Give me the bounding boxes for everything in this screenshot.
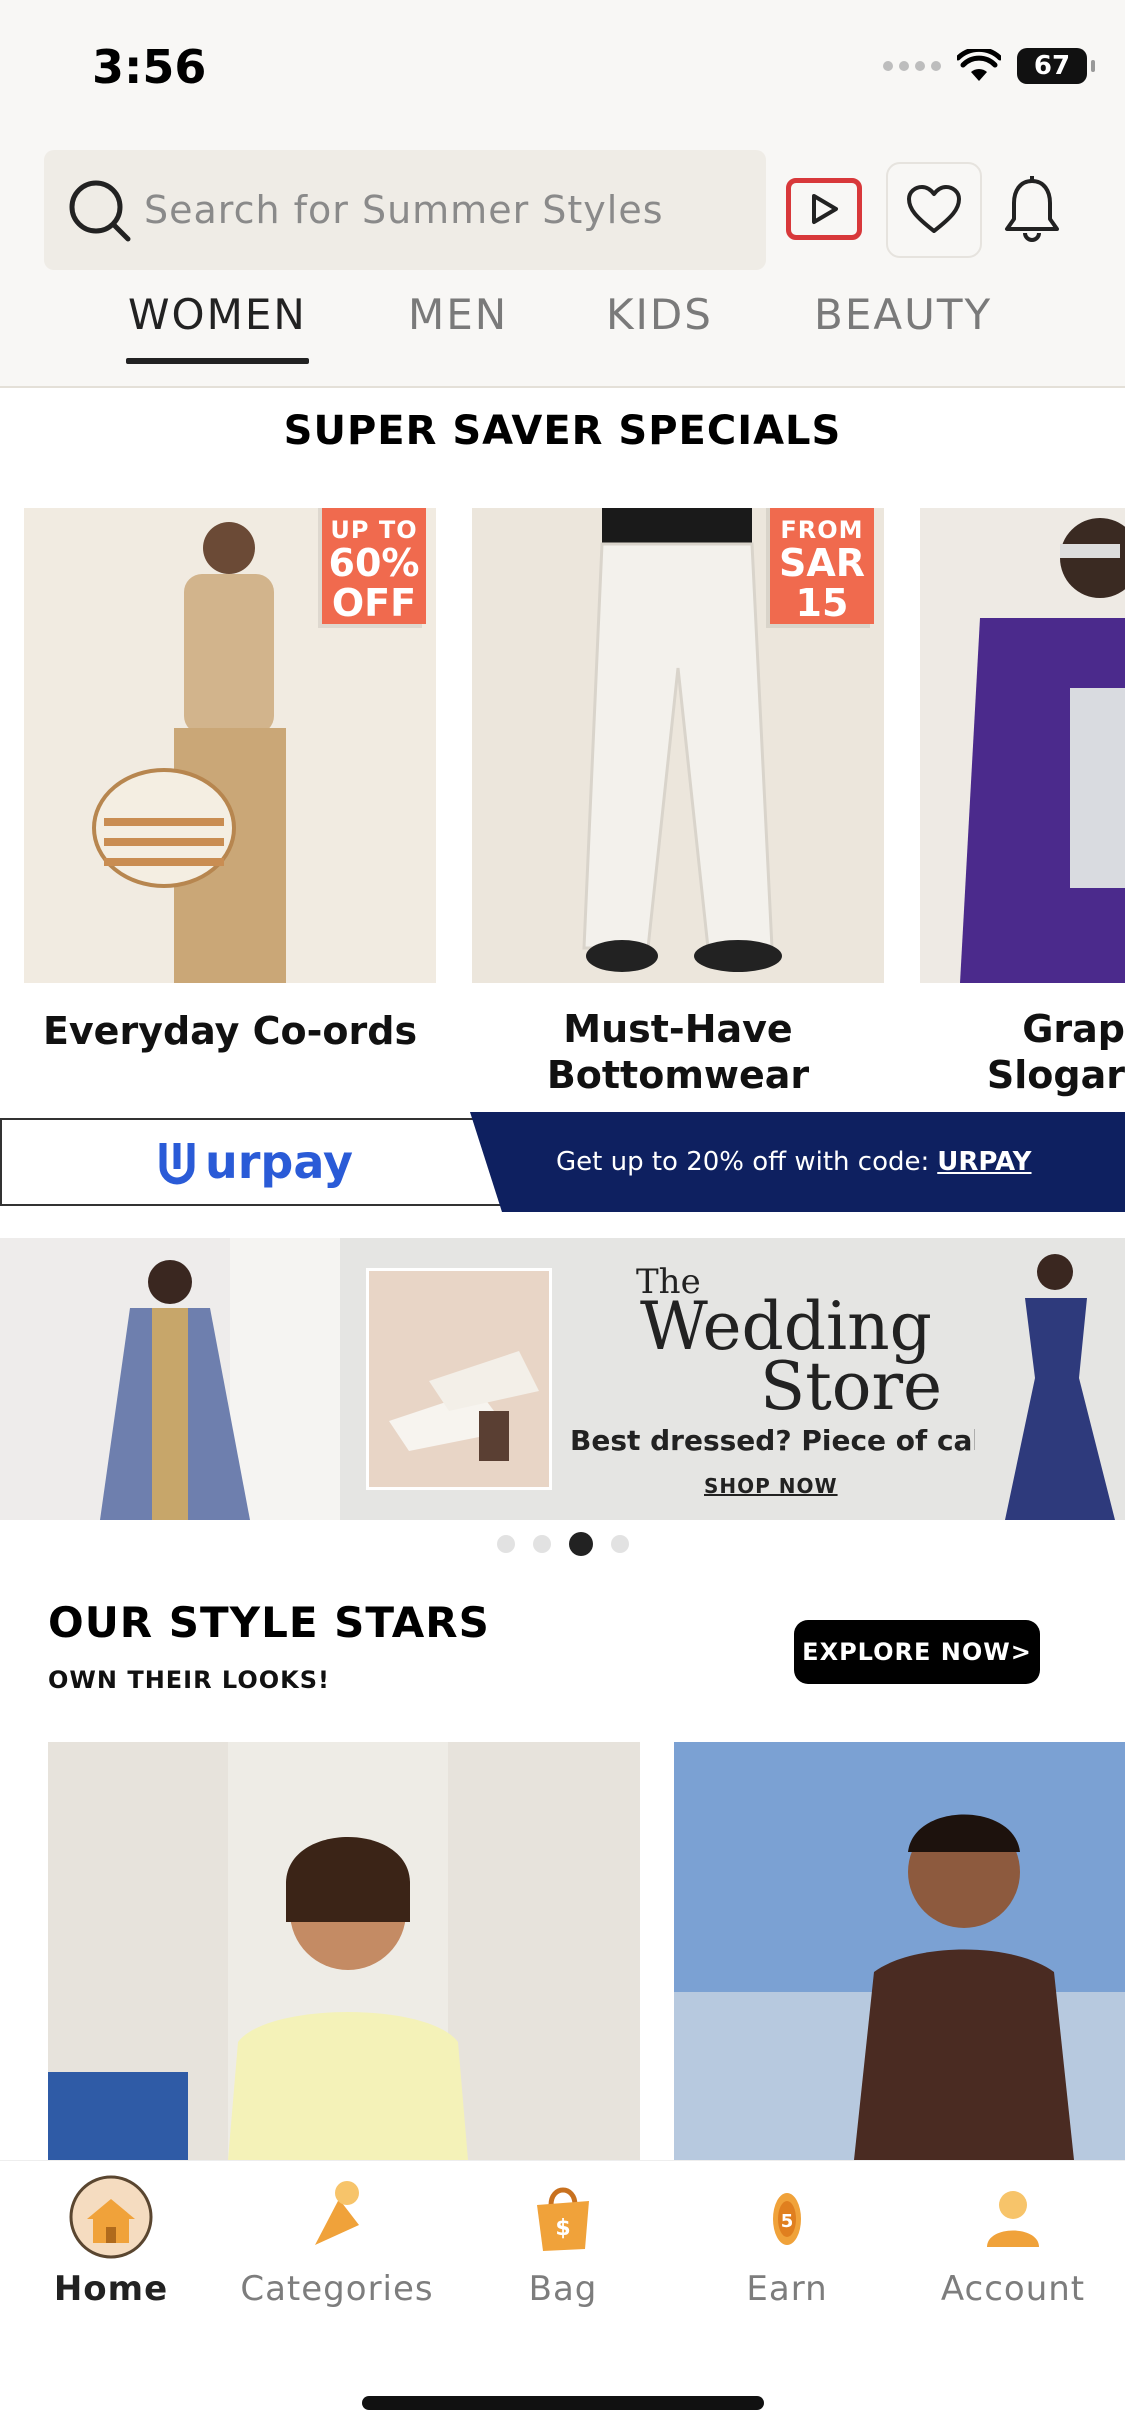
style-stars-subtitle: OWN THEIR LOOKS!	[48, 1666, 331, 1694]
tab-kids[interactable]: KIDS	[606, 290, 713, 339]
account-icon	[971, 2175, 1055, 2259]
heart-icon	[907, 185, 961, 233]
categories-icon	[295, 2175, 379, 2259]
search-icon	[69, 180, 131, 242]
tab-women[interactable]: WOMEN	[126, 290, 309, 364]
wifi-icon	[957, 49, 1001, 81]
notifications-button[interactable]	[1000, 170, 1064, 250]
product-image	[920, 508, 1125, 983]
bell-icon	[1005, 176, 1059, 242]
urpay-banner[interactable]: urpay Get up to 20% off with code: URPAY	[0, 1112, 1125, 1212]
wedding-title-line3: Store	[760, 1348, 943, 1425]
banner-model-image-right	[975, 1238, 1125, 1520]
tab-account[interactable]: Account	[908, 2175, 1118, 2309]
urpay-promo-text: Get up to 20% off with code:	[556, 1147, 930, 1177]
special-card-graphic[interactable]: Grap Slogar	[920, 508, 1125, 1098]
style-stars-title: OUR STYLE STARS	[48, 1598, 490, 1647]
price-badge: FROM SAR 15	[770, 508, 874, 624]
special-label: Everyday Co-ords	[42, 1009, 418, 1053]
urpay-promo: Get up to 20% off with code: URPAY	[470, 1112, 1125, 1212]
svg-text:5: 5	[781, 2211, 794, 2232]
tab-bag[interactable]: $ Bag	[458, 2175, 668, 2309]
tab-categories[interactable]: Categories	[232, 2175, 442, 2309]
home-icon	[69, 2175, 153, 2259]
special-image-graphic	[920, 508, 1125, 983]
app-header: Search for Summer Styles WOMEN MEN KIDS …	[0, 140, 1125, 388]
svg-text:$: $	[555, 2216, 570, 2241]
carousel-indicator	[0, 1532, 1125, 1556]
status-time: 3:56	[92, 40, 207, 94]
special-image-coords: UP TO 60% OFF	[24, 508, 436, 983]
carousel-dot[interactable]	[610, 1535, 629, 1553]
wedding-store-banner[interactable]: The Wedding Store Best dressed? Piece of…	[0, 1238, 1125, 1520]
coin-icon: 5	[745, 2175, 829, 2259]
battery-icon: 67	[1017, 48, 1095, 84]
urpay-promo-code: URPAY	[937, 1147, 1032, 1177]
wishlist-button[interactable]	[886, 162, 982, 258]
tab-men[interactable]: MEN	[408, 290, 508, 339]
special-card-bottomwear[interactable]: FROM SAR 15 Must-Have Bottomwear	[472, 508, 884, 1098]
special-image-bottomwear: FROM SAR 15	[472, 508, 884, 983]
carousel-dot-active[interactable]	[568, 1532, 593, 1556]
bag-icon: $	[521, 2175, 605, 2259]
urpay-logo-icon	[159, 1143, 195, 1185]
style-star-card[interactable]	[48, 1742, 640, 2160]
bottom-tab-bar: Home Categories $ Bag 5 Earn Account	[0, 2160, 1125, 2436]
carousel-dot[interactable]	[532, 1535, 551, 1553]
special-card-coords[interactable]: UP TO 60% OFF Everyday Co-ords	[24, 508, 436, 1055]
style-star-image	[674, 1742, 1125, 2160]
style-star-image	[48, 1742, 640, 2160]
banner-model-image	[0, 1238, 340, 1520]
discount-badge: UP TO 60% OFF	[322, 508, 426, 624]
signal-icon	[883, 61, 941, 71]
tab-beauty[interactable]: BEAUTY	[814, 290, 992, 339]
special-label: Must-Have Bottomwear	[546, 1007, 810, 1097]
tab-home[interactable]: Home	[6, 2175, 216, 2309]
special-label: Grap Slogar	[986, 1007, 1125, 1097]
tab-earn[interactable]: 5 Earn	[682, 2175, 892, 2309]
video-button[interactable]	[786, 178, 862, 240]
shop-now-link[interactable]: SHOP NOW	[704, 1474, 838, 1498]
status-icons: 67	[883, 48, 1095, 84]
play-icon	[812, 194, 838, 224]
category-tabs: WOMEN MEN KIDS BEAUTY	[0, 290, 1125, 388]
style-star-card[interactable]	[674, 1742, 1125, 2160]
search-placeholder: Search for Summer Styles	[144, 188, 664, 232]
banner-shoe-image	[366, 1268, 552, 1490]
carousel-dot[interactable]	[496, 1535, 515, 1553]
specials-title: SUPER SAVER SPECIALS	[283, 408, 842, 454]
search-input[interactable]: Search for Summer Styles	[44, 150, 766, 270]
status-bar: 3:56 67	[0, 0, 1125, 140]
urpay-logo-panel: urpay	[0, 1118, 510, 1206]
wedding-subtitle: Best dressed? Piece of cake.	[570, 1424, 1020, 1457]
home-indicator	[362, 2396, 764, 2410]
urpay-logo: urpay	[157, 1135, 353, 1189]
explore-now-button[interactable]: EXPLORE NOW>	[794, 1620, 1040, 1684]
